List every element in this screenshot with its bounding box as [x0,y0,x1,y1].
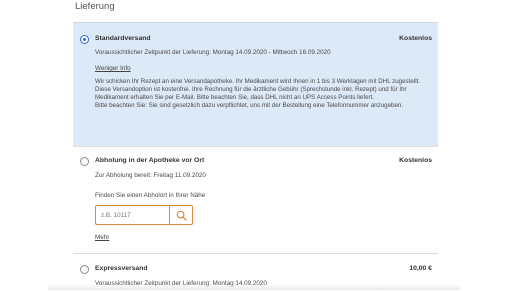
option-title-standard: Standardversand [95,35,151,42]
delivery-option-standard[interactable]: Standardversand Kostenlos Voraussichtlic… [73,22,438,146]
pickup-search-input[interactable] [95,205,169,225]
pickup-search-label: Finden Sie einen Abholort in Ihrer Nähe [95,192,206,199]
standard-phone-note: Bitte beachten Sie: Sie sind gesetzlich … [95,102,404,110]
pickup-ready-text: Zur Abholung bereit: Freitag 11.09.2020 [95,172,206,179]
radio-pickup[interactable] [80,157,89,166]
radio-express[interactable] [80,265,89,274]
option-price-standard: Kostenlos [399,35,432,42]
delivery-estimate-standard: Voraussichtlicher Zeitpunkt der Lieferun… [95,49,331,56]
standard-description: Wir schicken Ihr Rezept an eine Versanda… [95,78,431,110]
pickup-search-button[interactable] [169,205,193,225]
page-bottom-shadow [48,284,460,290]
delivery-heading: Lieferung [75,1,115,12]
less-info-link[interactable]: Weniger Info [95,65,131,72]
more-link[interactable]: Mehr [95,234,109,241]
radio-standard[interactable] [80,35,89,44]
option-title-express: Expressversand [95,265,148,272]
search-icon [176,210,187,221]
option-price-pickup: Kostenlos [399,157,432,164]
delivery-option-pickup[interactable]: Abholung in der Apotheke vor Ort Kostenl… [73,146,438,253]
option-title-pickup: Abholung in der Apotheke vor Ort [95,157,205,164]
option-price-express: 10,00 € [409,265,432,272]
pickup-search-box [95,205,193,225]
standard-description-text: Wir schicken Ihr Rezept an eine Versanda… [95,78,421,102]
